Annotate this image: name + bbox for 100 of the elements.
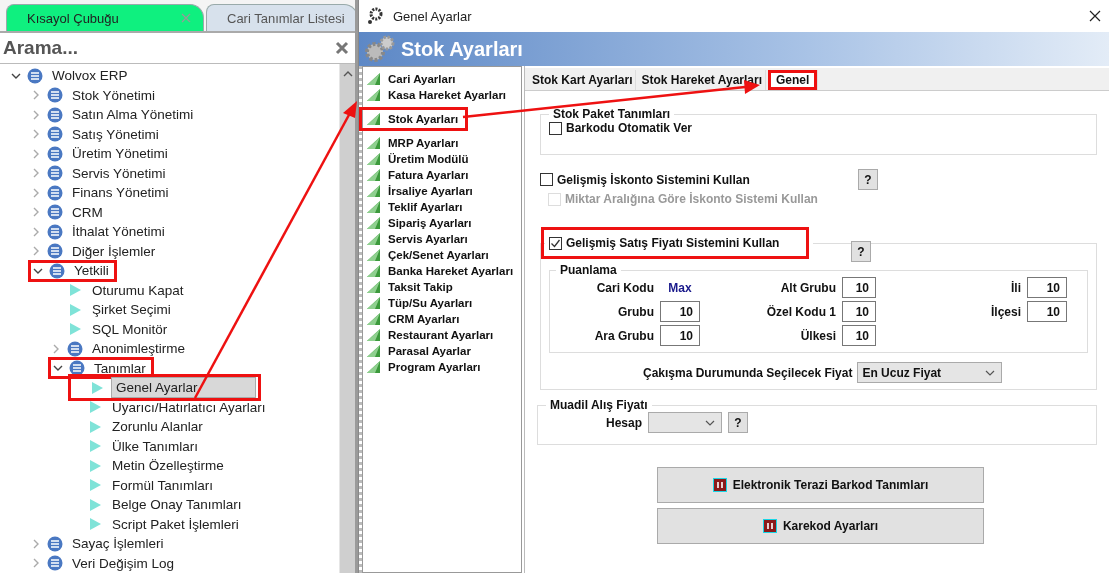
input-field[interactable]: 10 [660, 301, 700, 322]
list-icon [47, 145, 63, 162]
list-icon [47, 87, 63, 104]
tree-item[interactable]: SQL Monitör [89, 321, 171, 337]
chevron-right-icon[interactable] [31, 538, 41, 549]
chevron-right-icon[interactable] [31, 129, 41, 140]
chevron-up-icon[interactable] [342, 70, 353, 78]
nav-item[interactable]: Parasal Ayarlar [363, 343, 471, 359]
nav-item[interactable]: Taksit Takip [363, 279, 453, 295]
input-field[interactable]: 10 [1027, 301, 1067, 322]
input-field[interactable]: 10 [842, 277, 876, 298]
chevron-right-icon[interactable] [31, 558, 41, 569]
help-button[interactable]: ? [851, 241, 871, 262]
pause-icon [712, 478, 727, 492]
nav-item[interactable]: Çek/Senet Ayarları [363, 247, 489, 263]
triangle-icon [366, 360, 382, 374]
tree-item[interactable]: Üretim Yönetimi [69, 146, 171, 162]
nav-item[interactable]: Teklif Ayarları [363, 199, 463, 215]
tree-item[interactable]: Sayaç İşlemleri [69, 536, 167, 552]
tree-item[interactable]: Formül Tanımları [109, 477, 217, 493]
chevron-right-icon[interactable] [31, 168, 41, 179]
tree-item[interactable]: Servis Yönetimi [69, 165, 169, 181]
nav-item[interactable]: Program Ayarları [363, 359, 481, 375]
tab[interactable]: Cari Tanımlar Listesi [206, 4, 358, 31]
tab[interactable]: Kısayol Çubuğu [6, 4, 204, 31]
tree-item[interactable]: Belge Onay Tanımları [109, 497, 245, 513]
tree-item[interactable]: CRM [69, 204, 106, 220]
tree-item[interactable]: Stok Yönetimi [69, 87, 159, 103]
tree-item[interactable]: Genel Ayarlar [111, 377, 256, 399]
tree-item[interactable]: Şirket Seçimi [89, 302, 174, 318]
play-icon [67, 282, 83, 299]
tree-item[interactable]: Diğer İşlemler [69, 243, 159, 259]
tree-item[interactable]: Finans Yönetimi [69, 185, 172, 201]
nav-item[interactable]: Restaurant Ayarları [363, 327, 494, 343]
close-icon[interactable] [1089, 10, 1101, 22]
triangle-icon [366, 112, 382, 126]
nav-item[interactable]: Sipariş Ayarları [363, 215, 472, 231]
tree-item[interactable]: Metin Özelleştirme [109, 458, 227, 474]
tab[interactable]: Genel [768, 70, 819, 90]
chevron-right-icon[interactable] [31, 187, 41, 198]
nav-item[interactable]: Cari Ayarları [363, 71, 456, 87]
group-title: Muadil Alış Fiyatı [549, 398, 649, 412]
tree-item[interactable]: Tanımlar [91, 360, 149, 376]
action-button[interactable]: Karekod Ayarları [657, 508, 984, 544]
list-icon [69, 360, 85, 377]
chevron-right-icon[interactable] [31, 109, 41, 120]
checkbox-label[interactable]: Gelişmiş Satış Fiyatı Sistemini Kullan [566, 236, 780, 250]
search-title: Arama... [3, 37, 78, 59]
chevron-down-icon[interactable] [705, 419, 716, 426]
nav-item[interactable]: Stok Ayarları [359, 107, 469, 131]
nav-item[interactable]: Üretim Modülü [363, 151, 469, 167]
tree-item[interactable]: Anonimleştirme [89, 341, 189, 357]
triangle-icon [366, 72, 382, 86]
chevron-right-icon[interactable] [31, 148, 41, 159]
input-field[interactable]: 10 [660, 325, 700, 346]
checkbox[interactable] [540, 173, 553, 186]
field-label: Çakışma Durumunda Seçilecek Fiyat [643, 365, 853, 380]
checkbox-label[interactable]: Barkodu Otomatik Ver [566, 121, 693, 135]
nav-item[interactable]: CRM Ayarları [363, 311, 460, 327]
nav-item[interactable]: Kasa Hareket Ayarları [363, 87, 507, 103]
chevron-right-icon[interactable] [31, 207, 41, 218]
help-button[interactable]: ? [858, 169, 878, 190]
input-field[interactable]: 10 [1027, 277, 1067, 298]
nav-item[interactable]: MRP Ayarları [363, 135, 459, 151]
chevron-right-icon[interactable] [31, 90, 41, 101]
list-icon [47, 223, 63, 240]
tree-item[interactable]: Uyarıcı/Hatırlatıcı Ayarları [109, 399, 269, 415]
tree-item[interactable]: Script Paket İşlemleri [109, 516, 242, 532]
scrollbar[interactable] [339, 64, 355, 573]
tree-item[interactable]: Satış Yönetimi [69, 126, 162, 142]
triangle-icon [366, 216, 382, 230]
action-button[interactable]: Elektronik Terazi Barkod Tanımları [657, 467, 984, 503]
chevron-down-icon[interactable] [985, 369, 996, 376]
checkbox[interactable] [549, 236, 562, 250]
nav-item[interactable]: Tüp/Su Ayarları [363, 295, 473, 311]
tree-item[interactable]: Yetkili [71, 263, 112, 279]
play-icon [87, 496, 103, 513]
tab[interactable]: Stok Kart Ayarları [529, 70, 637, 90]
tree-item[interactable]: İthalat Yönetimi [69, 224, 168, 240]
nav-item[interactable]: Banka Hareket Ayarları [363, 263, 514, 279]
tree-item[interactable]: Zorunlu Alanlar [109, 419, 206, 435]
tree-item[interactable]: Wolvox ERP [49, 68, 131, 84]
triangle-icon [366, 248, 382, 262]
checkbox[interactable] [549, 121, 562, 135]
checkbox-label[interactable]: Gelişmiş İskonto Sistemini Kullan [557, 172, 750, 187]
dropdown[interactable]: En Ucuz Fiyat [857, 362, 1003, 383]
nav-item[interactable]: Servis Ayarları [363, 231, 468, 247]
help-button[interactable]: ? [728, 412, 749, 433]
nav-item[interactable]: Fatura Ayarları [363, 167, 469, 183]
tree-item[interactable]: Satın Alma Yönetimi [69, 107, 197, 123]
tree-item[interactable]: Ülke Tanımları [109, 438, 202, 454]
tree-item[interactable]: Veri Değişim Log [69, 555, 178, 571]
nav-item[interactable]: İrsaliye Ayarları [363, 183, 473, 199]
input-field[interactable]: 10 [842, 301, 876, 322]
tree-item[interactable]: Oturumu Kapat [89, 282, 187, 298]
chevron-right-icon[interactable] [31, 226, 41, 237]
list-icon [27, 67, 43, 84]
input-field[interactable]: 10 [842, 325, 876, 346]
chevron-right-icon[interactable] [51, 343, 61, 354]
chevron-right-icon[interactable] [31, 246, 41, 257]
